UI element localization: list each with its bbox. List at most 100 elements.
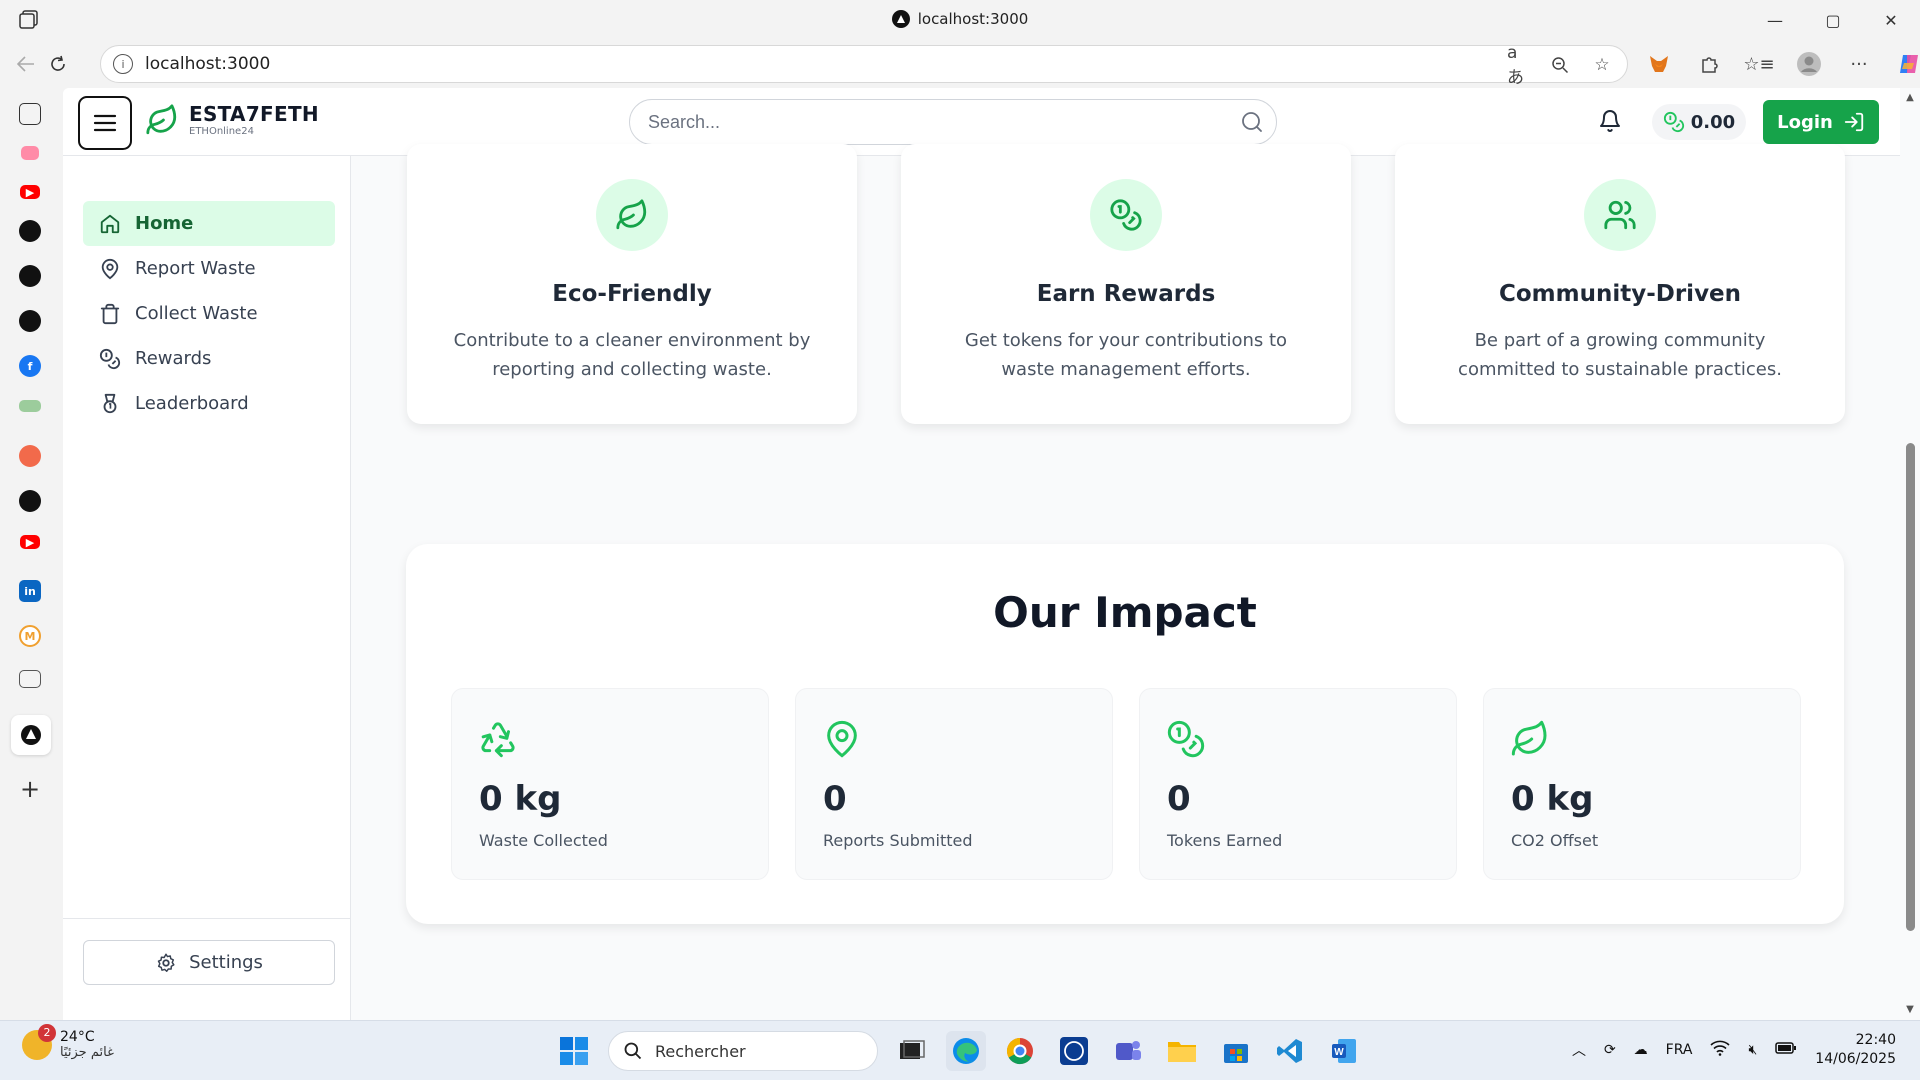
- tab-title[interactable]: localhost:3000: [0, 10, 1920, 28]
- battery-icon[interactable]: [1775, 1041, 1797, 1059]
- metamask-extension-icon[interactable]: [1645, 50, 1673, 78]
- coins-icon: [1090, 179, 1162, 251]
- app-sidebar: Home Report Waste Collect Waste Rewards …: [63, 156, 351, 1020]
- more-options-icon[interactable]: ···: [1845, 50, 1873, 78]
- medal-icon: [103, 393, 117, 413]
- map-pin-icon: [101, 258, 119, 279]
- profile-avatar-icon[interactable]: [1795, 50, 1823, 78]
- onedrive-icon[interactable]: ☁: [1634, 1042, 1648, 1058]
- sidebar-divider: [63, 918, 351, 919]
- taskbar-search[interactable]: Rechercher: [608, 1031, 878, 1071]
- word-icon[interactable]: W: [1324, 1031, 1364, 1071]
- weather-widget[interactable]: 2 24°C غائم جزئيًا: [22, 1023, 114, 1060]
- impact-title: Our Impact: [993, 588, 1257, 637]
- github-icon-3[interactable]: [19, 490, 41, 512]
- leaf-icon: [1510, 719, 1550, 763]
- maximize-button[interactable]: ▢: [1804, 0, 1862, 40]
- sidebar-item-label: Report Waste: [135, 258, 256, 279]
- token-balance[interactable]: 0.00: [1652, 104, 1746, 140]
- sidebar-item-home[interactable]: Home: [83, 201, 335, 246]
- brand-name: ESTA7FETH: [189, 102, 319, 126]
- coins-icon: [99, 348, 121, 369]
- favorites-collection-icon[interactable]: ☆≡: [1743, 50, 1774, 78]
- github-icon-2[interactable]: [19, 265, 41, 287]
- feature-title: Eco-Friendly: [552, 281, 712, 307]
- extensions-puzzle-icon[interactable]: [1695, 50, 1723, 78]
- stat-label: Tokens Earned: [1167, 831, 1283, 850]
- browser-toolbar: i localhost:3000 aあ ☆ ☆≡ ···: [0, 40, 1920, 88]
- sidebar-item-label: Home: [135, 213, 194, 234]
- stat-value: 0: [1167, 779, 1191, 819]
- scroll-down-arrow-icon[interactable]: ▼: [1904, 1004, 1916, 1016]
- settings-label: Settings: [189, 952, 263, 973]
- localhost-app-icon[interactable]: [11, 715, 51, 755]
- scrollbar-thumb[interactable]: [1906, 443, 1915, 931]
- refresh-button[interactable]: [44, 50, 72, 78]
- language-indicator[interactable]: FRA: [1666, 1042, 1693, 1058]
- map-pin-icon: [822, 719, 862, 763]
- site-info-icon[interactable]: i: [113, 54, 133, 74]
- sidebar-item-rewards[interactable]: Rewards: [83, 336, 335, 381]
- calendar-app-icon[interactable]: [19, 670, 41, 688]
- recycle-icon: [478, 719, 518, 763]
- sidebar-item-label: Leaderboard: [135, 393, 249, 414]
- file-explorer-icon[interactable]: [1162, 1031, 1202, 1071]
- settings-button[interactable]: Settings: [83, 940, 335, 985]
- chatgpt-icon[interactable]: [19, 310, 41, 332]
- feature-description: Be part of a growing community committed…: [1458, 330, 1782, 380]
- copilot-icon[interactable]: [1895, 50, 1920, 78]
- feature-title: Earn Rewards: [1036, 281, 1216, 307]
- sync-status-icon[interactable]: ⟳: [1604, 1042, 1616, 1058]
- teams-icon[interactable]: [1108, 1031, 1148, 1071]
- sidebar-item-collect-waste[interactable]: Collect Waste: [83, 291, 335, 336]
- weather-badge: 2: [38, 1023, 56, 1042]
- youtube-icon[interactable]: ▶: [20, 185, 40, 199]
- address-bar[interactable]: i localhost:3000 aあ ☆: [100, 43, 1628, 88]
- github-icon[interactable]: [19, 220, 41, 242]
- menu-toggle-button[interactable]: [78, 96, 132, 150]
- windows-start-icon[interactable]: [554, 1031, 594, 1071]
- medium-icon[interactable]: M: [19, 625, 41, 647]
- tab-manager-icon[interactable]: [19, 103, 41, 125]
- microsoft-store-icon[interactable]: [1216, 1031, 1256, 1071]
- clock-time: 22:40: [1855, 1032, 1896, 1048]
- chrome-icon[interactable]: [1000, 1031, 1040, 1071]
- dell-app-icon[interactable]: [1054, 1031, 1094, 1071]
- add-app-icon[interactable]: +: [19, 775, 41, 803]
- search-icon[interactable]: [1240, 110, 1264, 138]
- page-scrollbar[interactable]: ▲ ▼: [1900, 88, 1920, 1020]
- zoom-icon[interactable]: [1549, 54, 1571, 76]
- powerpoint-icon[interactable]: [19, 445, 41, 467]
- edge-browser-icon[interactable]: [946, 1031, 986, 1071]
- feature-title: Community-Driven: [1498, 281, 1742, 307]
- stat-value: 0 kg: [1511, 779, 1594, 819]
- sidebar-item-report-waste[interactable]: Report Waste: [83, 246, 335, 291]
- vscode-icon[interactable]: [1270, 1031, 1310, 1071]
- nvidia-icon[interactable]: [19, 400, 41, 412]
- weather-cloud-sun-icon: 2: [22, 1023, 56, 1060]
- brand-logo[interactable]: ESTA7FETH ETHOnline24: [145, 102, 319, 137]
- stat-label: Waste Collected: [479, 831, 608, 850]
- stat-card-waste-collected: 0 kg Waste Collected: [451, 688, 769, 880]
- back-button[interactable]: [12, 50, 40, 78]
- show-hidden-icons-chevron-icon[interactable]: ︿: [1572, 1040, 1586, 1060]
- linkedin-icon[interactable]: in: [19, 580, 41, 602]
- login-arrow-icon: [1844, 112, 1864, 132]
- close-window-button[interactable]: ✕: [1862, 0, 1920, 40]
- search-input[interactable]: [648, 111, 1208, 133]
- youtube-icon-2[interactable]: ▶: [20, 535, 40, 549]
- sidebar-item-leaderboard[interactable]: Leaderboard: [83, 381, 335, 426]
- read-aloud-icon[interactable]: aあ: [1507, 43, 1529, 88]
- favorite-star-icon[interactable]: ☆: [1591, 54, 1613, 76]
- scroll-up-arrow-icon[interactable]: ▲: [1904, 92, 1916, 104]
- login-button[interactable]: Login: [1763, 100, 1879, 144]
- window-controls: — ▢ ✕: [1746, 0, 1920, 40]
- system-clock[interactable]: 22:40 14/06/2025: [1815, 1031, 1896, 1069]
- youtube-music-icon[interactable]: [21, 146, 39, 160]
- task-view-icon[interactable]: [892, 1031, 932, 1071]
- notifications-bell-icon[interactable]: [1598, 108, 1624, 136]
- wifi-icon[interactable]: [1710, 1040, 1731, 1060]
- minimize-button[interactable]: —: [1746, 0, 1804, 40]
- facebook-icon[interactable]: f: [19, 355, 41, 377]
- volume-muted-icon[interactable]: 🔇︎: [1748, 1042, 1757, 1058]
